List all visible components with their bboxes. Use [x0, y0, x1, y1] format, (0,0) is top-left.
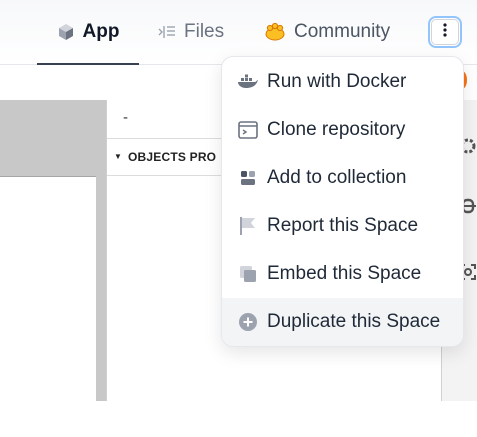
collapse-triangle-icon: ▼: [114, 152, 123, 161]
menu-item-add-collection[interactable]: Add to collection: [222, 154, 463, 202]
tab-community-label: Community: [294, 21, 391, 42]
menu-item-label: Clone repository: [267, 119, 406, 140]
panel-field-value: -: [123, 109, 128, 126]
embed-icon: [237, 263, 259, 285]
menu-item-embed-space[interactable]: Embed this Space: [222, 250, 463, 298]
menu-item-label: Embed this Space: [267, 263, 422, 284]
menu-item-report-space[interactable]: Report this Space: [222, 202, 463, 250]
objects-section-label: OBJECTS PRO: [128, 150, 217, 164]
more-options-menu: Run with Docker Clone repository Add to …: [221, 56, 464, 347]
tab-files-label: Files: [184, 21, 225, 42]
more-options-button[interactable]: [428, 16, 462, 48]
menu-item-label: Duplicate this Space: [267, 311, 441, 332]
tab-community[interactable]: Community: [264, 0, 390, 64]
menu-item-label: Add to collection: [267, 167, 407, 188]
vertical-dots-icon: [443, 22, 447, 42]
menu-item-label: Report this Space: [267, 215, 419, 236]
menu-item-run-docker[interactable]: Run with Docker: [222, 58, 463, 106]
terminal-icon: [237, 119, 259, 141]
tab-files[interactable]: Files: [158, 0, 224, 64]
docker-icon: [237, 71, 259, 93]
tab-app[interactable]: App: [37, 0, 139, 65]
files-icon: [158, 23, 176, 41]
menu-item-label: Run with Docker: [267, 71, 407, 92]
flag-icon: [237, 215, 259, 237]
tab-app-label: App: [82, 21, 120, 42]
duplicate-icon: [237, 311, 259, 333]
community-icon: [264, 22, 286, 42]
cube-icon: [57, 23, 75, 41]
canvas-view[interactable]: [0, 176, 96, 437]
menu-item-clone-repository[interactable]: Clone repository: [222, 106, 463, 154]
menu-item-duplicate-space[interactable]: Duplicate this Space: [222, 298, 463, 346]
collection-icon: [237, 167, 259, 189]
canvas-area: [0, 100, 106, 437]
